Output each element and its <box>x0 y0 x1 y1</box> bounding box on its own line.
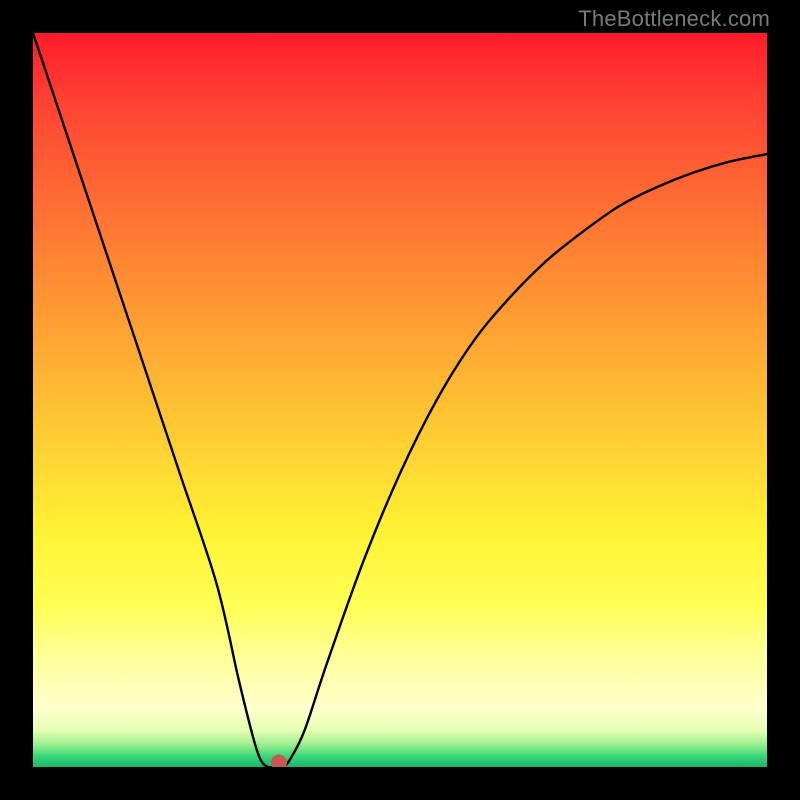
curve-svg <box>33 33 767 767</box>
plot-area <box>33 33 767 767</box>
watermark-text: TheBottleneck.com <box>578 6 770 32</box>
minimum-marker <box>271 755 287 767</box>
bottleneck-curve <box>33 33 767 767</box>
chart-frame: TheBottleneck.com <box>0 0 800 800</box>
